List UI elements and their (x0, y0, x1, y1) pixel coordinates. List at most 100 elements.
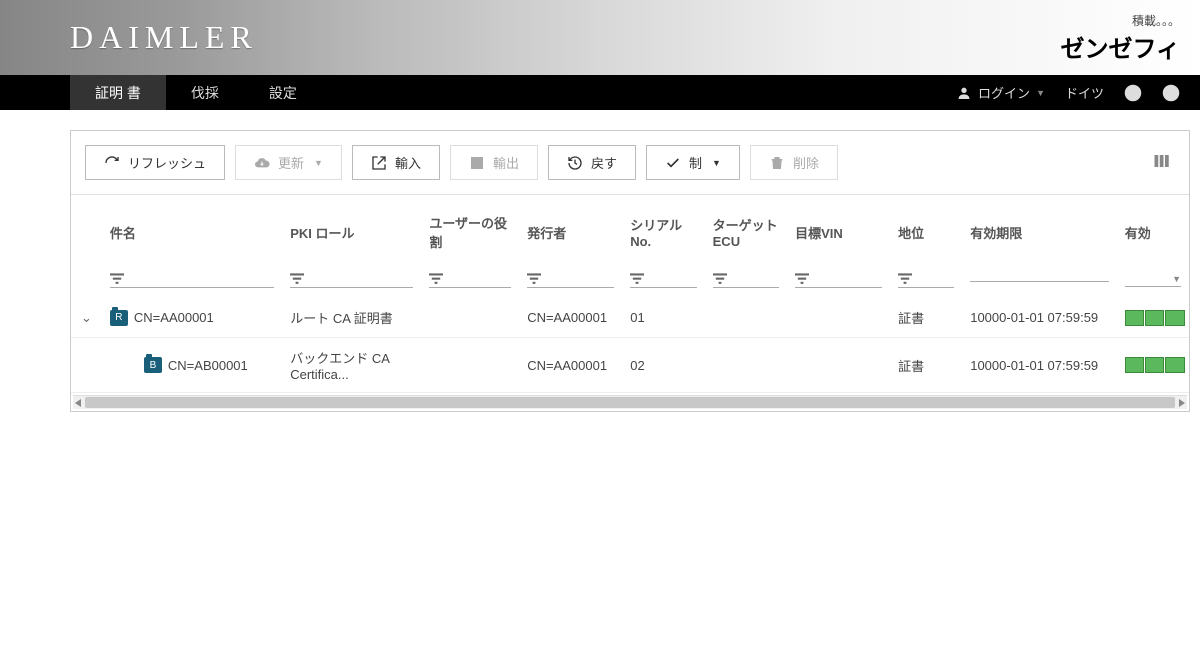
filter-serial[interactable] (630, 273, 696, 288)
caret-down-icon: ▼ (712, 158, 721, 168)
user-icon (956, 85, 972, 101)
columns-icon (1153, 153, 1171, 169)
table-row[interactable]: ⌄RCN=AA00001ルート CA 証明書CN=AA0000101証書1000… (71, 298, 1189, 338)
filter-status[interactable] (898, 273, 954, 288)
brand-logo: DAIMLER (70, 19, 258, 56)
filter-name[interactable] (110, 273, 274, 288)
cell-issuer: CN=AA00001 (519, 298, 622, 338)
scroll-thumb[interactable] (85, 397, 1175, 408)
filter-pki-role[interactable] (290, 273, 413, 288)
cell-user-role (421, 338, 519, 393)
filter-target-vin[interactable] (795, 273, 882, 288)
caret-down-icon: ▼ (314, 158, 323, 168)
cell-valid-until: 10000-01-01 07:59:59 (962, 338, 1117, 393)
delete-label: 削除 (793, 153, 819, 172)
refresh-button[interactable]: リフレッシュ (85, 145, 225, 180)
filter-icon (110, 273, 124, 285)
filter-icon (713, 273, 727, 285)
cell-user-role (421, 298, 519, 338)
column-picker-button[interactable] (1149, 149, 1175, 176)
cell-valid (1117, 298, 1189, 338)
navbar: 証明 書 伐採 設定 ログイン ▼ ドイツ (0, 75, 1200, 110)
check-icon (665, 155, 681, 171)
update-button[interactable]: 更新 ▼ (235, 145, 342, 180)
tab-certificates[interactable]: 証明 書 (70, 75, 166, 110)
control-label: 制 (689, 153, 702, 172)
login-menu[interactable]: ログイン ▼ (956, 83, 1045, 102)
caret-down-icon: ▼ (1172, 274, 1181, 284)
cell-serial: 01 (622, 298, 704, 338)
validity-indicator (1125, 357, 1185, 373)
cell-valid-until: 10000-01-01 07:59:59 (962, 298, 1117, 338)
cloud-download-icon (254, 155, 270, 171)
table-row[interactable]: BCN=AB00001バックエンド CA Certifica...CN=AA00… (71, 338, 1189, 393)
header-right: 積載。。。 ゼンゼフィ (1060, 12, 1180, 64)
expand-toggle[interactable]: ⌄ (81, 310, 92, 325)
col-serial[interactable]: シリアルNo. (622, 195, 704, 269)
folder-icon: B (144, 357, 162, 373)
cell-serial: 02 (622, 338, 704, 393)
filter-valid-until[interactable] (970, 279, 1109, 282)
caret-down-icon: ▼ (1036, 88, 1045, 98)
cell-target-vin (787, 298, 890, 338)
header: DAIMLER 積載。。。 ゼンゼフィ (0, 0, 1200, 75)
cell-name: RCN=AA00001 (110, 310, 274, 326)
history-icon (567, 155, 583, 171)
col-target-ecu[interactable]: ターゲット ECU (705, 195, 787, 269)
col-issuer[interactable]: 発行者 (519, 195, 622, 269)
revert-button[interactable]: 戻す (548, 145, 636, 180)
cell-name: BCN=AB00001 (110, 357, 274, 373)
export-label: 輸出 (493, 153, 519, 172)
horizontal-scrollbar[interactable] (73, 395, 1187, 409)
filter-issuer[interactable] (527, 273, 614, 288)
cell-target-ecu (705, 298, 787, 338)
cell-status: 証書 (890, 338, 962, 393)
filter-user-role[interactable] (429, 273, 511, 288)
export-button[interactable]: 輸出 (450, 145, 538, 180)
language-label: ドイツ (1065, 83, 1104, 102)
filter-valid[interactable]: ▼ (1125, 274, 1181, 287)
loading-text: 積載。。。 (1060, 12, 1180, 29)
col-valid[interactable]: 有効 (1117, 195, 1189, 269)
nav-tabs: 証明 書 伐採 設定 (70, 75, 322, 110)
refresh-label: リフレッシュ (128, 153, 206, 172)
refresh-icon (104, 155, 120, 171)
panel: リフレッシュ 更新 ▼ 輸入 輸出 戻す 制 ▼ (70, 130, 1190, 412)
help-button[interactable] (1124, 84, 1142, 102)
toolbar: リフレッシュ 更新 ▼ 輸入 輸出 戻す 制 ▼ (71, 131, 1189, 195)
col-status[interactable]: 地位 (890, 195, 962, 269)
revert-label: 戻す (591, 153, 617, 172)
filter-icon (290, 273, 304, 285)
tab-logging[interactable]: 伐採 (166, 75, 244, 110)
certificates-table: 件名 PKI ロール ユーザーの役割 発行者 シリアルNo. ターゲット ECU… (71, 195, 1189, 393)
nav-right: ログイン ▼ ドイツ (956, 75, 1180, 110)
update-label: 更新 (278, 153, 304, 172)
control-button[interactable]: 制 ▼ (646, 145, 740, 180)
content: リフレッシュ 更新 ▼ 輸入 輸出 戻す 制 ▼ (0, 110, 1200, 422)
filter-icon (795, 273, 809, 285)
filter-row: ▼ (71, 269, 1189, 298)
cell-status: 証書 (890, 298, 962, 338)
filter-icon (527, 273, 541, 285)
col-name[interactable]: 件名 (102, 195, 282, 269)
import-icon (371, 155, 387, 171)
tab-settings[interactable]: 設定 (244, 75, 322, 110)
app-name: ゼンゼフィ (1060, 29, 1180, 64)
login-label: ログイン (978, 83, 1030, 102)
col-valid-until[interactable]: 有効期限 (962, 195, 1117, 269)
language-menu[interactable]: ドイツ (1065, 83, 1104, 102)
filter-target-ecu[interactable] (713, 273, 779, 288)
col-user-role[interactable]: ユーザーの役割 (421, 195, 519, 269)
import-label: 輸入 (395, 153, 421, 172)
info-button[interactable] (1162, 84, 1180, 102)
trash-icon (769, 155, 785, 171)
cell-target-vin (787, 338, 890, 393)
delete-button[interactable]: 削除 (750, 145, 838, 180)
filter-icon (898, 273, 912, 285)
col-target-vin[interactable]: 目標VIN (787, 195, 890, 269)
import-button[interactable]: 輸入 (352, 145, 440, 180)
filter-icon (630, 273, 644, 285)
cell-pki-role: バックエンド CA Certifica... (282, 338, 421, 393)
info-icon (1162, 84, 1180, 102)
col-pki-role[interactable]: PKI ロール (282, 195, 421, 269)
